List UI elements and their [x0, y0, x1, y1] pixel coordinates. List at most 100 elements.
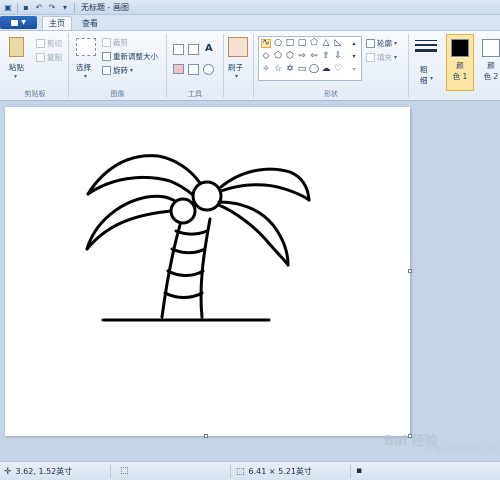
crosshair-icon: ✛: [4, 466, 12, 477]
coconut-left: [169, 197, 197, 225]
rounded-rectangle-shape-icon[interactable]: ▢: [297, 39, 307, 48]
chevron-down-icon[interactable]: ▾: [430, 75, 433, 82]
paste-button[interactable]: 粘贴: [9, 62, 24, 73]
resize-handle-right[interactable]: [408, 269, 412, 273]
outline-label: 轮廓: [377, 39, 392, 48]
size-label-line2[interactable]: 细: [420, 75, 428, 86]
right-triangle-shape-icon[interactable]: ◺: [333, 39, 343, 48]
copy-icon: [36, 53, 45, 62]
eraser-icon[interactable]: [173, 64, 184, 74]
rotate-button[interactable]: 旋转 ▾: [102, 65, 133, 76]
redo-icon[interactable]: ↷: [47, 3, 57, 13]
ribbon: 粘贴 ▾ 剪切 复制 剪贴板 选择 ▾ 裁剪 重新调整大小 旋转 ▾ 图像 A 工…: [0, 30, 500, 101]
crop-icon: [102, 38, 111, 47]
polygon-shape-icon[interactable]: ⬠: [309, 39, 319, 48]
app-menu-icon[interactable]: ▣: [3, 3, 13, 13]
color1-button[interactable]: 颜 色 1: [446, 34, 474, 91]
gallery-expand-icon[interactable]: ▿: [349, 65, 359, 74]
rectangle-shape-icon[interactable]: □: [285, 39, 295, 48]
chevron-down-icon[interactable]: ▾: [14, 73, 17, 80]
crop-label: 裁剪: [113, 38, 128, 47]
tab-home[interactable]: 主页: [42, 16, 72, 30]
gallery-scroll-up-icon[interactable]: ▴: [349, 39, 359, 48]
canvas-size-icon: ⬚: [236, 466, 245, 477]
ribbon-tabs: ▼ 主页 查看: [0, 15, 500, 30]
gallery-scroll-down-icon[interactable]: ▾: [349, 52, 359, 61]
cloud-shape-icon[interactable]: ☁: [321, 65, 331, 74]
frond-right-upper-inner: [219, 183, 311, 202]
scissors-icon: [36, 39, 45, 48]
diamond-shape-icon[interactable]: ◇: [261, 52, 271, 61]
pencil-icon[interactable]: [173, 44, 184, 55]
callout-oval-shape-icon[interactable]: ◯: [309, 65, 319, 74]
paste-icon[interactable]: [9, 37, 24, 57]
fill-bucket-icon[interactable]: [188, 44, 199, 55]
frond-left-lower-inner: [85, 209, 173, 251]
group-separator: [223, 34, 224, 98]
heart-shape-icon[interactable]: ♡: [333, 65, 343, 74]
five-point-star-shape-icon[interactable]: ☆: [273, 65, 283, 74]
fill-label: 填充: [377, 53, 392, 62]
chevron-down-icon: ▾: [394, 54, 398, 61]
six-point-star-shape-icon[interactable]: ✡: [285, 65, 295, 74]
drawing-canvas[interactable]: [5, 107, 410, 436]
down-arrow-shape-icon[interactable]: ⇩: [333, 52, 343, 61]
palm-tree-drawing: [85, 154, 311, 322]
cut-button[interactable]: 剪切: [36, 38, 62, 49]
oval-shape-icon[interactable]: ○: [273, 39, 283, 48]
frond-left-lower: [85, 194, 177, 251]
callout-rect-shape-icon[interactable]: ▭: [297, 65, 307, 74]
tab-view[interactable]: 查看: [76, 16, 104, 30]
chevron-down-icon: ▼: [21, 19, 26, 26]
file-menu-button[interactable]: ▼: [0, 16, 37, 29]
outline-button[interactable]: 轮廓 ▾: [366, 38, 397, 49]
outline-icon: [366, 39, 375, 48]
chevron-down-icon[interactable]: ▾: [84, 73, 87, 80]
hexagon-shape-icon[interactable]: ⬡: [285, 52, 295, 61]
trunk-band: [174, 229, 209, 236]
resize-button[interactable]: 重新调整大小: [102, 51, 158, 62]
coconut-right: [191, 180, 223, 212]
color-picker-icon[interactable]: [188, 64, 199, 75]
workspace: [0, 101, 500, 461]
copy-button[interactable]: 复制: [36, 52, 62, 63]
chevron-down-icon[interactable]: ▾: [235, 73, 238, 80]
text-tool-icon[interactable]: A: [205, 43, 213, 54]
qat-separator: [74, 2, 75, 13]
fill-button[interactable]: 填充 ▾: [366, 52, 397, 63]
group-separator: [408, 34, 409, 98]
copy-label: 复制: [47, 53, 62, 62]
save-icon[interactable]: ▪: [21, 3, 31, 13]
size-icon[interactable]: [415, 38, 437, 56]
four-point-star-shape-icon[interactable]: ✧: [261, 65, 271, 74]
rotate-label: 旋转: [113, 66, 128, 75]
resize-label: 重新调整大小: [113, 52, 158, 61]
curve-shape-icon[interactable]: ∿: [261, 39, 271, 48]
qat-customize-icon[interactable]: ▾: [60, 3, 70, 13]
frond-left-upper-inner: [86, 175, 195, 197]
resize-handle-bottom[interactable]: [204, 434, 208, 438]
brushes-button[interactable]: 刷子: [228, 62, 243, 73]
color2-button[interactable]: 颜 色 2: [477, 34, 500, 91]
select-icon[interactable]: [76, 38, 96, 56]
shapes-gallery: ∿ ○ □ ▢ ⬠ △ ◺ ◇ ⬠ ⬡ ⇨ ⇦ ⇧ ⇩ ✧ ☆ ✡ ▭ ◯ ☁ …: [258, 36, 362, 81]
cursor-position: ✛ 3.62, 1.52英寸: [4, 466, 72, 477]
triangle-shape-icon[interactable]: △: [321, 39, 331, 48]
select-button[interactable]: 选择: [76, 62, 91, 73]
size-label-line1[interactable]: 粗: [420, 64, 428, 75]
chevron-down-icon: ▾: [130, 67, 134, 74]
brush-icon[interactable]: [228, 37, 248, 57]
up-arrow-shape-icon[interactable]: ⇧: [321, 52, 331, 61]
title-bar: ▣ ▪ ↶ ↷ ▾ 无标题 - 画图: [0, 0, 500, 15]
rotate-icon: [102, 66, 111, 75]
undo-icon[interactable]: ↶: [34, 3, 44, 13]
status-bar: ✛ 3.62, 1.52英寸 ⬚ ⬚ 6.41 × 5.21英寸 ▪: [0, 461, 500, 480]
color2-swatch: [482, 39, 500, 57]
left-arrow-shape-icon[interactable]: ⇦: [309, 52, 319, 61]
image-group-label: 图像: [110, 90, 125, 98]
pentagon-shape-icon[interactable]: ⬠: [273, 52, 283, 61]
right-arrow-shape-icon[interactable]: ⇨: [297, 52, 307, 61]
magnifier-icon[interactable]: [203, 64, 214, 75]
cut-label: 剪切: [47, 39, 62, 48]
crop-button[interactable]: 裁剪: [102, 37, 128, 48]
